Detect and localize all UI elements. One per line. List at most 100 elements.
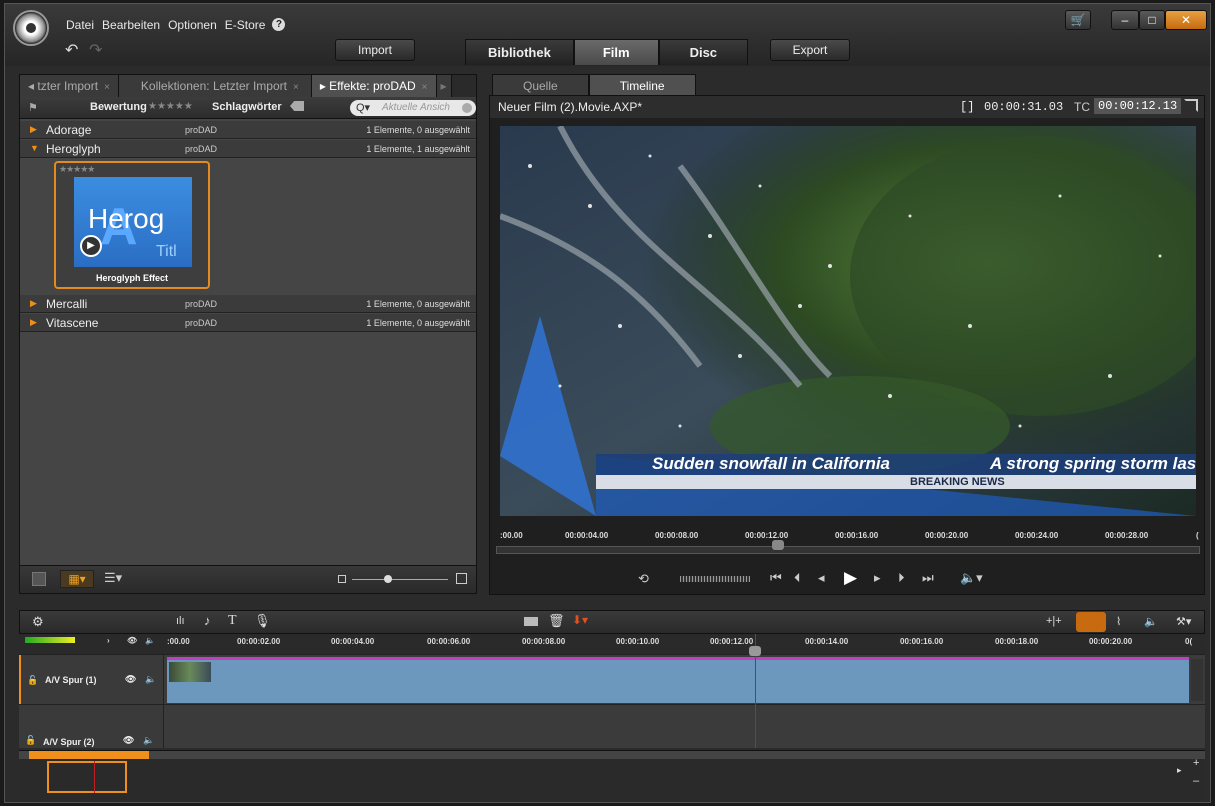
menu-datei[interactable]: Datei <box>65 18 95 32</box>
tab-quelle[interactable]: Quelle <box>492 74 589 96</box>
tab-film[interactable]: Film <box>573 39 659 65</box>
speaker-icon[interactable]: 🔈 <box>143 735 154 746</box>
search-field[interactable]: Q▾ Aktuelle Ansich <box>350 100 476 116</box>
track-header[interactable]: 🔓 A/V Spur (1) 👁 🔈 <box>19 655 164 704</box>
track-scrollbar[interactable] <box>1191 659 1203 701</box>
playhead-handle[interactable] <box>772 540 784 550</box>
logo-icon[interactable] <box>13 10 49 46</box>
list-item[interactable]: ▶ Vitascene proDAD 1 Elemente, 0 ausgewä… <box>20 314 476 332</box>
zoom-in-icon[interactable]: ▸ <box>1177 765 1182 776</box>
fastforward-icon[interactable]: ▸ <box>874 570 881 586</box>
rewind-icon[interactable]: ◂ <box>818 570 825 586</box>
jog-shuttle[interactable] <box>680 576 750 582</box>
go-to-start-icon[interactable]: ⏮ <box>770 570 782 586</box>
tab-kollektionen[interactable]: Kollektionen: Letzter Import × <box>118 75 312 97</box>
music-icon[interactable]: ♪ <box>204 613 211 628</box>
rating-stars[interactable]: ★★★★★ <box>148 101 193 112</box>
zoom-out-icon[interactable] <box>338 575 346 583</box>
search-input[interactable]: Aktuelle Ansich <box>382 102 450 113</box>
timeline-clip[interactable] <box>167 657 1189 703</box>
tags-label[interactable]: Schlagwörter <box>212 101 282 113</box>
clear-search-icon[interactable] <box>462 103 472 113</box>
menu-bearbeiten[interactable]: Bearbeiten <box>101 18 161 32</box>
speaker-icon[interactable]: 🔈 <box>145 636 155 645</box>
maximize-icon[interactable]: □ <box>1139 10 1165 30</box>
audio-scrub-icon[interactable]: 🔈 <box>1144 615 1158 628</box>
close-tab-icon[interactable]: × <box>293 82 299 93</box>
clip-icon[interactable] <box>524 617 538 626</box>
eye-icon[interactable]: 👁 <box>127 636 137 645</box>
eye-icon[interactable]: 👁 <box>125 674 136 685</box>
track-header[interactable]: 🔓 A/V Spur (2) 👁 🔈 <box>19 705 164 748</box>
expand-icon[interactable]: ▶ <box>30 317 37 328</box>
help-icon[interactable]: ? <box>272 18 286 31</box>
menu-estore[interactable]: E-Store <box>224 18 267 32</box>
zoom-slider-handle[interactable] <box>384 575 392 583</box>
player-ruler[interactable]: :00.00 00:00:04.00 00:00:08.00 00:00:12.… <box>490 526 1204 556</box>
tab-letzter-import[interactable]: ◂ tzter Import × <box>20 75 119 97</box>
split-icon[interactable]: +|+ <box>1046 615 1062 627</box>
expand-icon[interactable]: › <box>107 636 110 645</box>
timeline-ruler[interactable]: › 👁 🔈 :00.00 00:00:02.00 00:00:04.00 00:… <box>19 634 1205 654</box>
volume-icon[interactable]: 🔈▾ <box>960 570 983 586</box>
gear-icon[interactable]: ⚙ <box>32 614 44 630</box>
list-item[interactable]: ▶ Adorage proDAD 1 Elemente, 0 ausgewähl… <box>20 121 476 139</box>
go-to-end-icon[interactable]: ⏭ <box>922 570 934 586</box>
minimize-icon[interactable]: – <box>1111 10 1139 30</box>
tools-icon[interactable]: ⚒▾ <box>1176 615 1191 628</box>
timeline-navigator[interactable]: ▸ + – <box>19 750 1205 800</box>
list-view-icon[interactable]: ☰▾ <box>104 570 122 586</box>
scrub-audio-icon[interactable]: ⌇ <box>1116 615 1121 628</box>
fullscreen-icon[interactable] <box>1184 99 1198 112</box>
tab-disc[interactable]: Disc <box>658 39 749 65</box>
tag-shape-icon[interactable] <box>290 101 304 111</box>
thumbnail-stars[interactable]: ★★★★★ <box>59 164 95 175</box>
marker-icon[interactable]: ⬇▾ <box>572 613 588 627</box>
audio-mixer-icon[interactable]: ılı <box>176 615 185 627</box>
zoom-slider[interactable] <box>352 579 448 580</box>
eye-icon[interactable]: 👁 <box>123 735 134 746</box>
loop-icon[interactable]: ⟲ <box>638 571 649 587</box>
player-scrub-bar[interactable] <box>496 546 1200 554</box>
navigator-scroll[interactable] <box>29 751 149 759</box>
export-button[interactable]: Export <box>770 39 850 61</box>
redo-icon[interactable]: ↷ <box>89 40 102 60</box>
tab-bibliothek[interactable]: Bibliothek <box>465 39 574 65</box>
cart-icon[interactable]: 🛒 <box>1065 10 1091 30</box>
effect-thumbnail[interactable]: ★★★★★ A Herog Titl ▶ Heroglyph Effect <box>54 161 210 289</box>
undo-icon[interactable]: ↶ <box>65 40 78 60</box>
import-button[interactable]: Import <box>335 39 415 61</box>
playhead-handle[interactable] <box>749 646 761 656</box>
play-button[interactable]: ▶ <box>844 568 857 588</box>
expand-icon[interactable]: ▶ <box>30 298 37 309</box>
zoom-in-icon[interactable] <box>456 573 467 584</box>
video-preview[interactable]: Sudden snowfall in California A strong s… <box>500 126 1196 516</box>
title-tool-icon[interactable]: T <box>228 613 237 629</box>
lock-icon[interactable]: 🔓 <box>27 675 38 686</box>
close-tab-icon[interactable]: × <box>422 82 428 93</box>
menu-optionen[interactable]: Optionen <box>167 18 218 32</box>
next-frame-icon[interactable]: ⏵ <box>898 570 905 586</box>
magnet-icon[interactable] <box>1076 612 1106 632</box>
tag-icon[interactable]: ⚑ <box>28 101 38 114</box>
trash-icon[interactable]: 🗑 <box>548 613 565 629</box>
expand-icon[interactable]: ▶ <box>30 124 37 135</box>
navigator-viewport[interactable] <box>47 761 127 793</box>
close-icon[interactable]: ✕ <box>1165 10 1207 30</box>
microphone-icon[interactable]: 🎙 <box>254 613 271 629</box>
tab-timeline[interactable]: Timeline <box>588 74 696 96</box>
previous-frame-icon[interactable]: ⏴ <box>794 570 801 586</box>
close-tab-icon[interactable]: × <box>104 82 110 93</box>
lock-icon[interactable]: 🔓 <box>25 735 36 746</box>
grid-view-icon[interactable]: ▦▾ <box>60 570 94 588</box>
speaker-icon[interactable]: 🔈 <box>145 674 156 685</box>
rating-label[interactable]: Bewertung <box>90 101 147 113</box>
zoom-minus-icon[interactable]: – <box>1193 775 1199 787</box>
timecode-field[interactable]: 00:00:12.13 <box>1094 98 1182 114</box>
tab-effekte[interactable]: ▸ Effekte: proDAD × <box>311 75 437 97</box>
search-icon[interactable]: Q▾ <box>356 101 370 114</box>
list-item[interactable]: ▼ Heroglyph proDAD 1 Elemente, 1 ausgewä… <box>20 140 476 158</box>
panel-toggle-icon[interactable] <box>32 572 46 586</box>
play-icon[interactable]: ▶ <box>80 235 102 257</box>
collapse-icon[interactable]: ▼ <box>30 143 39 153</box>
